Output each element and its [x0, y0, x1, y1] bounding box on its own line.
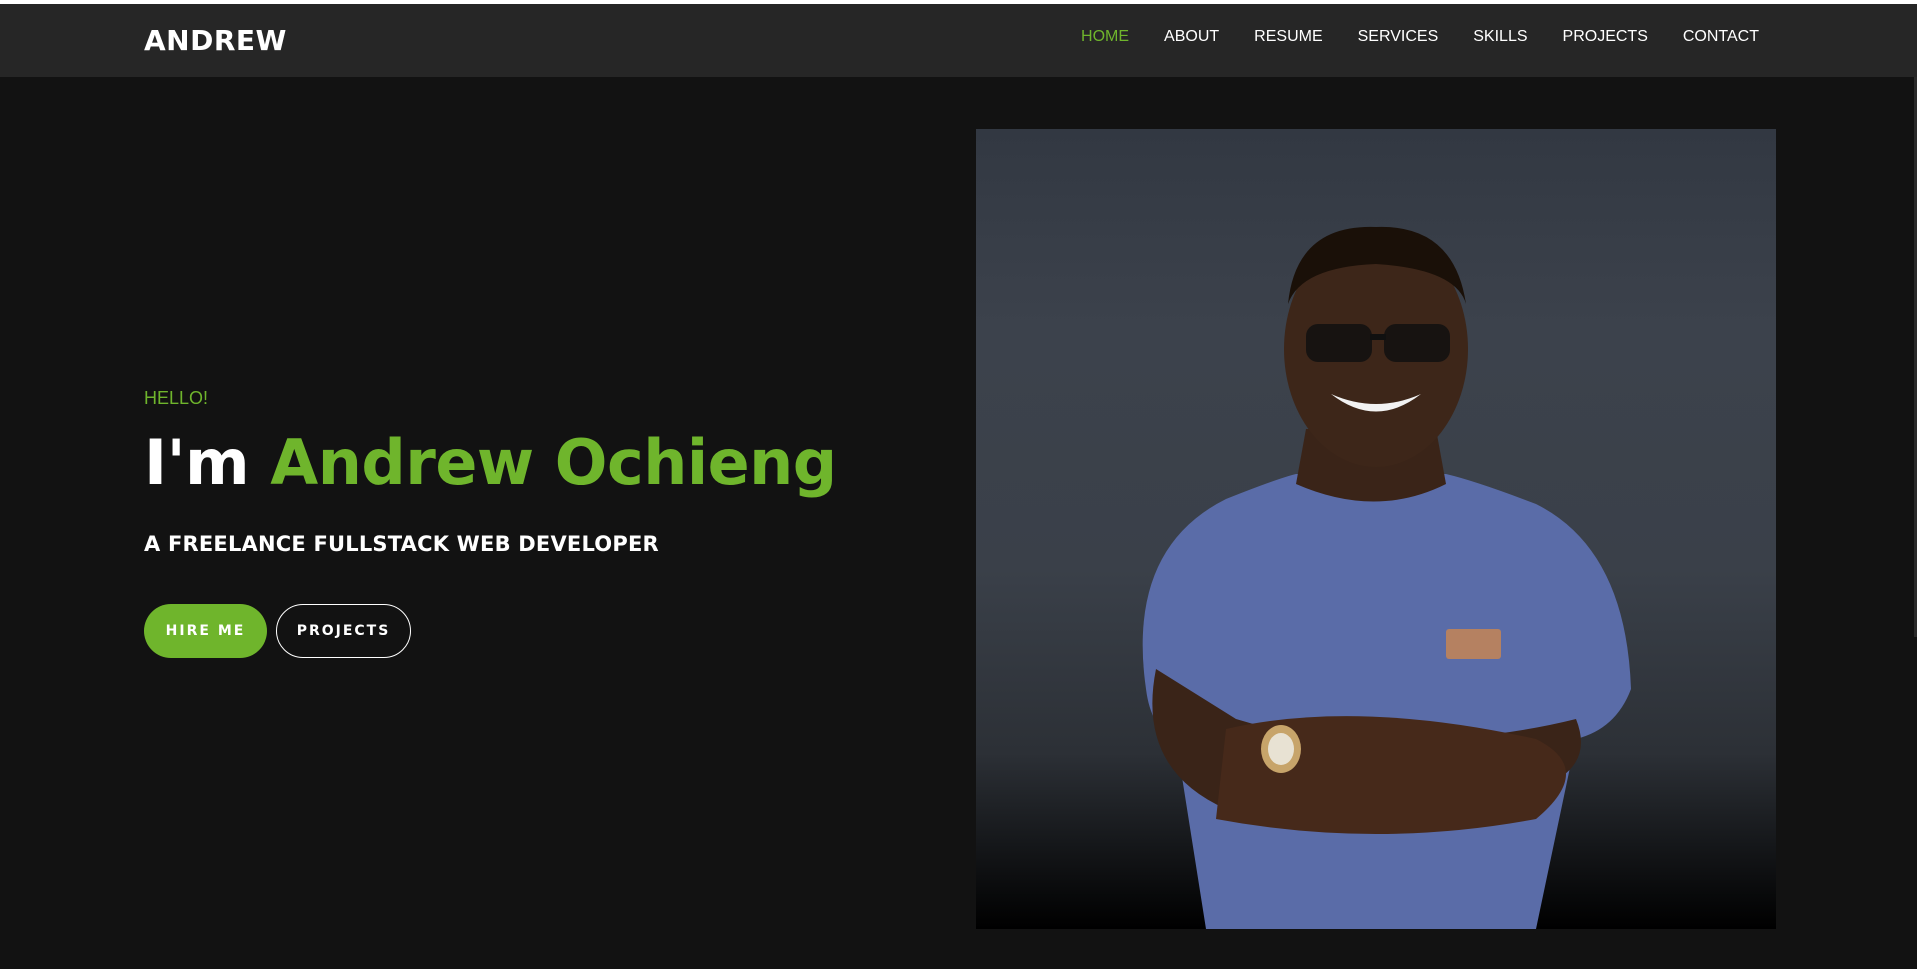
hero-greeting: HELLO! [144, 388, 209, 408]
hero-headline: I'm Andrew Ochieng [144, 432, 837, 494]
portrait-photo [976, 129, 1776, 929]
nav-item-skills[interactable]: SKILLS [1473, 28, 1527, 46]
main-nav: HOME ABOUT RESUME SERVICES SKILLS PROJEC… [1046, 28, 1759, 46]
nav-item-home[interactable]: HOME [1081, 28, 1129, 46]
person-photo-icon [1142, 226, 1631, 929]
nav-item-resume[interactable]: RESUME [1254, 28, 1322, 46]
headline-name: Andrew Ochieng [270, 426, 837, 499]
brand-logo[interactable]: ANDREW [144, 24, 287, 57]
nav-item-projects[interactable]: PROJECTS [1563, 28, 1648, 46]
hire-me-button[interactable]: HIRE ME [144, 604, 267, 658]
nav-item-contact[interactable]: CONTACT [1683, 28, 1759, 46]
projects-button[interactable]: PROJECTS [276, 604, 411, 658]
navbar: ANDREW HOME ABOUT RESUME SERVICES SKILLS… [0, 4, 1917, 77]
nav-item-about[interactable]: ABOUT [1164, 28, 1219, 46]
headline-im: I'm [144, 426, 250, 499]
hero-subtitle: A FREELANCE FULLSTACK WEB DEVELOPER [144, 532, 659, 556]
nav-item-services[interactable]: SERVICES [1358, 28, 1439, 46]
